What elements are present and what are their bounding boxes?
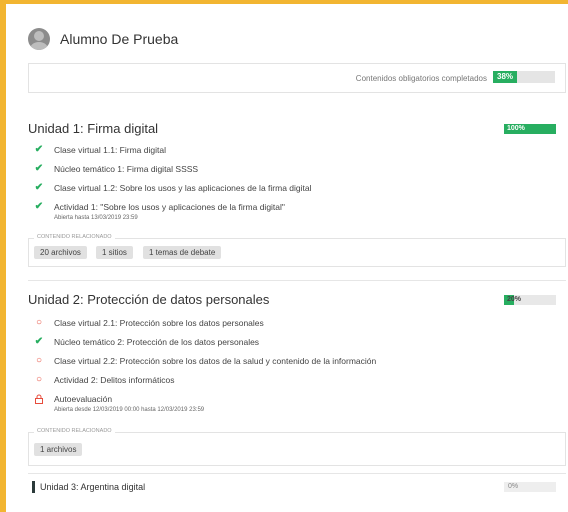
item-availability: Abierta desde 12/03/2019 00:00 hasta 12/… [54,407,205,413]
unit-divider [28,473,566,474]
item-label: Clase virtual 1.1: Firma digital [54,145,166,155]
overall-progress-label: Contenidos obligatorios completados [355,74,487,83]
unit-1[interactable]: Unidad 1: Firma digital 100% ✔ Clase vir… [28,121,566,267]
lock-icon [32,394,46,407]
list-item[interactable]: ✔ Núcleo temático 2: Protección de los d… [32,336,260,348]
related-content-box: CONTENIDO RELACIONADO 1 archivos [28,428,566,466]
list-item[interactable]: ○ Clase virtual 2.2: Protección sobre lo… [32,355,377,367]
check-icon: ✔ [34,182,44,193]
list-item[interactable]: ○ Clase virtual 2.1: Protección sobre lo… [32,317,264,329]
unit-3[interactable]: Unidad 3: Argentina digital 0% [28,479,566,495]
item-label: Clase virtual 2.1: Protección sobre los … [54,318,264,328]
item-label: Actividad 2: Delitos informáticos [54,375,175,385]
circle-icon: ○ [35,317,43,328]
unit-2[interactable]: Unidad 2: Protección de datos personales… [28,292,566,466]
check-icon: ✔ [34,336,44,347]
unit-1-progress-value: 100% [507,125,525,132]
circle-icon: ○ [35,374,43,385]
unit-divider [28,280,566,281]
item-label: Clase virtual 2.2: Protección sobre los … [54,356,377,366]
item-label: Autoevaluación [54,394,113,404]
item-label: Núcleo temático 2: Protección de los dat… [54,337,260,347]
related-files-button[interactable]: 1 archivos [34,443,83,456]
unit-3-progress-value: 0% [508,483,519,490]
top-border [0,0,568,4]
item-label: Núcleo temático 1: Firma digital SSSS [54,164,199,174]
check-icon: ✔ [34,163,44,174]
unit-1-title[interactable]: Unidad 1: Firma digital [28,121,566,136]
item-label: Clase virtual 1.2: Sobre los usos y las … [54,183,312,193]
list-item[interactable]: ✔ Clase virtual 1.1: Firma digital [32,144,166,156]
course-progress-page: Alumno De Prueba Contenidos obligatorios… [12,8,568,512]
check-icon: ✔ [34,144,44,155]
overall-progress-box: Contenidos obligatorios completados 38% [28,63,566,93]
overall-progress-value: 38% [497,72,514,81]
unit-3-progress-bar: 0% [504,482,556,492]
unit-2-progress-bar: 20% [504,295,556,305]
related-sites-button[interactable]: 1 sitios [96,246,133,259]
related-content-label: CONTENIDO RELACIONADO [34,428,115,434]
student-header: Alumno De Prueba [28,28,178,50]
item-availability: Abierta hasta 13/03/2019 23:59 [54,215,138,221]
circle-icon: ○ [35,355,43,366]
list-item[interactable]: ✔ Actividad 1: "Sobre los usos y aplicac… [32,201,285,222]
list-item[interactable]: ✔ Clase virtual 1.2: Sobre los usos y la… [32,182,312,194]
left-border [0,0,6,512]
unit-2-title[interactable]: Unidad 2: Protección de datos personales [28,292,566,307]
avatar [28,28,50,50]
related-files-button[interactable]: 20 archivos [34,246,87,259]
overall-progress-bar: 38% [493,71,555,83]
unit-2-progress-value: 20% [507,296,522,303]
student-name: Alumno De Prueba [60,31,179,47]
unit-3-marker [32,481,35,493]
related-content-box: CONTENIDO RELACIONADO 20 archivos 1 siti… [28,234,566,267]
list-item[interactable]: ✔ Núcleo temático 1: Firma digital SSSS [32,163,199,175]
related-forums-button[interactable]: 1 temas de debate [143,246,222,259]
list-item[interactable]: Autoevaluación Abierta desde 12/03/2019 … [32,394,204,413]
unit-3-title[interactable]: Unidad 3: Argentina digital [40,482,145,492]
unit-1-progress-bar: 100% [504,124,556,134]
check-icon: ✔ [34,201,44,212]
related-content-label: CONTENIDO RELACIONADO [34,234,115,240]
item-label: Actividad 1: "Sobre los usos y aplicacio… [54,202,285,212]
list-item[interactable]: ○ Actividad 2: Delitos informáticos [32,374,175,386]
